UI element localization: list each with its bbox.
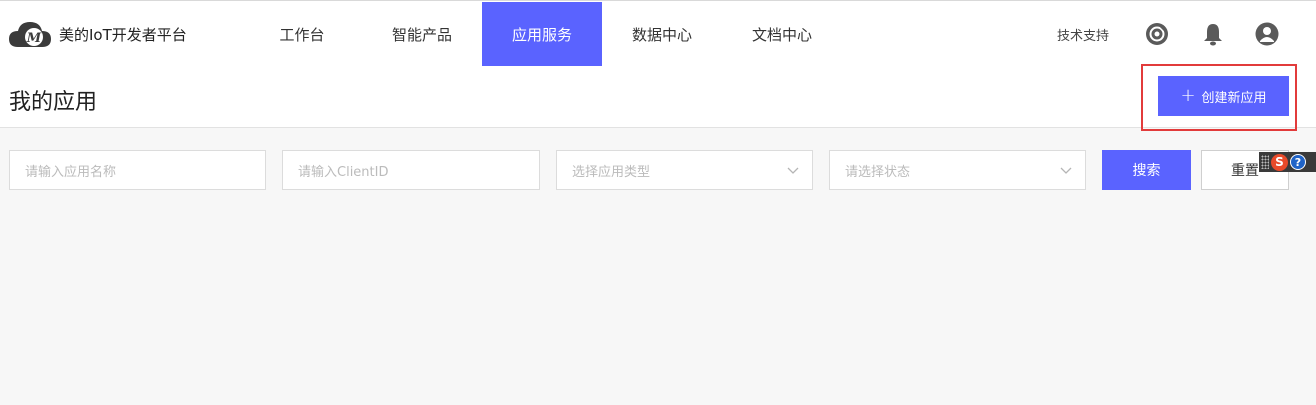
nav-docs-center[interactable]: 文档中心: [722, 2, 842, 67]
page-header: 我的应用: [0, 66, 1316, 128]
brand-logo[interactable]: M 美的IoT开发者平台: [8, 19, 187, 49]
app-type-placeholder: 选择应用类型: [572, 164, 651, 180]
cloud-logo-icon: M: [8, 19, 52, 49]
create-app-button[interactable]: + 创建新应用: [1158, 76, 1289, 116]
nav-data-center[interactable]: 数据中心: [602, 2, 722, 67]
chevron-down-icon: [1060, 167, 1072, 174]
logo-letter: M: [26, 31, 42, 46]
bell-icon[interactable]: [1201, 22, 1225, 46]
page-title: 我的应用: [9, 90, 98, 115]
drag-handle-icon[interactable]: [1261, 155, 1269, 169]
chevron-down-icon: [787, 167, 799, 174]
nav-workbench[interactable]: 工作台: [242, 2, 362, 67]
search-button[interactable]: 搜索: [1102, 150, 1191, 190]
create-app-label: 创建新应用: [1201, 90, 1267, 106]
main-nav: 工作台 智能产品 应用服务 数据中心 文档中心: [242, 2, 842, 67]
brand-name: 美的IoT开发者平台: [59, 25, 187, 44]
ime-toolbar[interactable]: S ?: [1259, 152, 1316, 172]
top-navbar: M 美的IoT开发者平台 工作台 智能产品 应用服务 数据中心 文档中心 技术支…: [0, 0, 1316, 67]
help-icon[interactable]: ?: [1290, 154, 1306, 170]
plus-icon: +: [1180, 85, 1196, 106]
app-name-input[interactable]: 请输入应用名称: [9, 150, 266, 190]
tech-support-link[interactable]: 技术支持: [1057, 25, 1109, 44]
user-avatar-icon[interactable]: [1255, 22, 1279, 46]
client-id-input[interactable]: 请输入ClientID: [282, 150, 540, 190]
nav-smart-products[interactable]: 智能产品: [362, 2, 482, 67]
app-type-select[interactable]: 选择应用类型: [556, 150, 813, 190]
nav-app-services[interactable]: 应用服务: [482, 2, 602, 67]
target-icon[interactable]: [1145, 22, 1169, 46]
sogou-ime-icon[interactable]: S: [1271, 153, 1288, 171]
status-select[interactable]: 请选择状态: [829, 150, 1086, 190]
status-placeholder: 请选择状态: [845, 164, 911, 180]
